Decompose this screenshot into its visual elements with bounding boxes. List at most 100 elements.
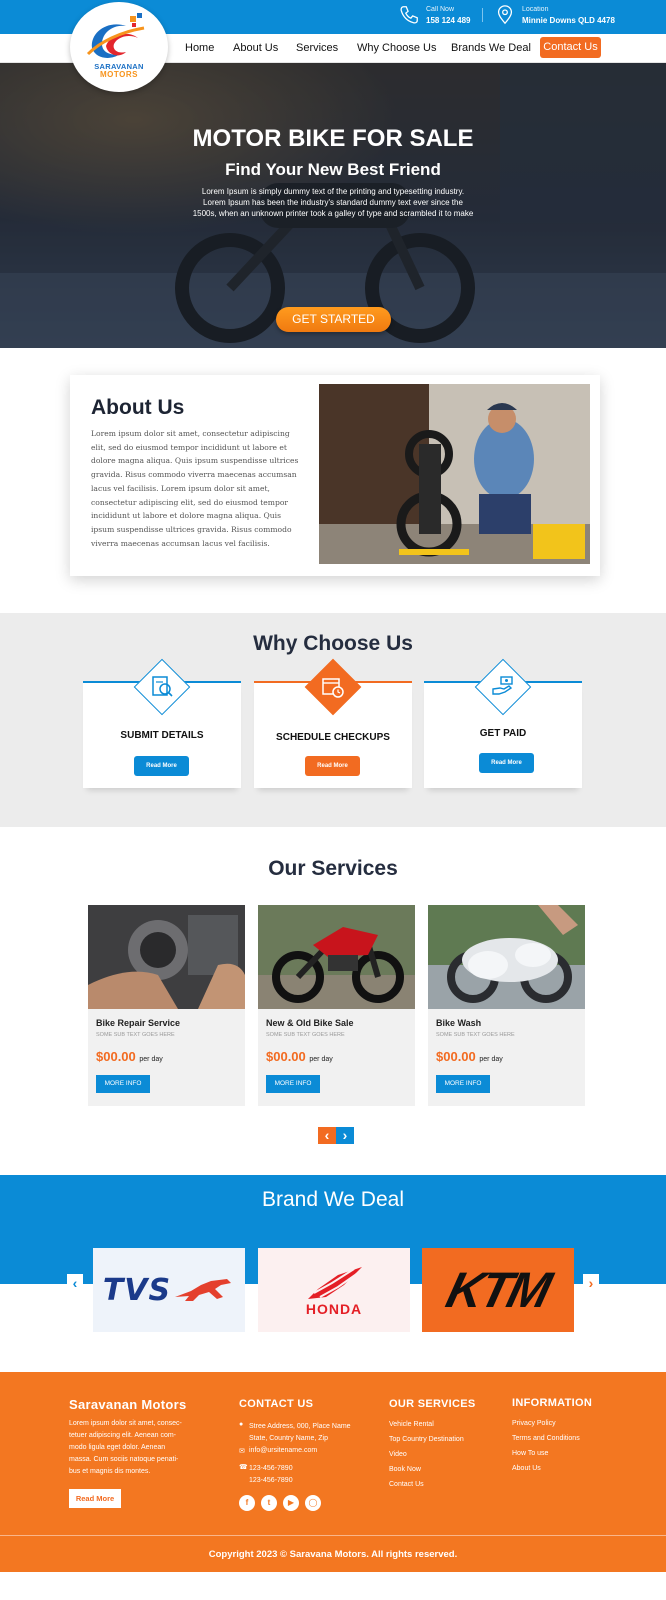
tvs-horse-icon [175, 1279, 232, 1301]
why-title: Why Choose Us [253, 632, 413, 655]
price-unit: per day [309, 1056, 333, 1063]
footer-about-line: modo ligula eget dolor. Aenean [69, 1444, 166, 1451]
hero-subtitle: Find Your New Best Friend [225, 160, 441, 179]
service-name: New & Old Bike Sale [266, 1018, 354, 1028]
nav-about-us[interactable]: About Us [233, 42, 278, 54]
why-card-get-paid: GET PAID Read More [424, 658, 582, 788]
brand-logo-ktm[interactable]: KTM [422, 1248, 574, 1332]
brand-logo-honda[interactable]: HONDA [258, 1248, 410, 1332]
nav-services[interactable]: Services [296, 42, 338, 54]
nav-brands-we-deal[interactable]: Brands We Deal [451, 42, 531, 54]
footer-services-title: OUR SERVICES [389, 1398, 476, 1410]
why-choose-us-section: Why Choose Us SUBMIT DETAILS Read More S… [0, 613, 666, 827]
about-mechanic-image [319, 384, 590, 564]
youtube-icon[interactable]: ▶ [283, 1495, 299, 1511]
footer-about-text: Lorem ipsum dolor sit amet, consec- tetu… [69, 1418, 191, 1478]
footer-contact-title: CONTACT US [239, 1398, 314, 1410]
footer-link[interactable]: About Us [512, 1465, 541, 1472]
map-pin-icon: ● [239, 1421, 244, 1428]
footer-about-line: tetuer adipiscing elit. Aenean com- [69, 1432, 177, 1439]
call-now[interactable]: Call Now 158 124 489 [398, 4, 471, 26]
hero-text-line1: Lorem Ipsum is simply dummy text of the … [201, 187, 465, 196]
why-read-more-button[interactable]: Read More [134, 756, 189, 776]
hero-banner: MOTOR BIKE FOR SALE Find Your New Best F… [0, 63, 666, 348]
nav-home[interactable]: Home [185, 42, 214, 54]
phone-icon [400, 6, 418, 24]
footer-link[interactable]: Vehicle Rental [389, 1421, 434, 1428]
get-started-button[interactable]: GET STARTED [276, 307, 391, 332]
footer-link[interactable]: Book Now [389, 1466, 421, 1473]
services-title: Our Services [268, 857, 398, 880]
nav-contact-button[interactable]: Contact Us [540, 37, 601, 58]
honda-wing-icon [308, 1267, 362, 1299]
footer-company-name: Saravanan Motors [69, 1397, 187, 1412]
service-image-wash [428, 905, 585, 1009]
calendar-clock-icon [322, 678, 344, 698]
more-info-button[interactable]: MORE INFO [266, 1075, 320, 1093]
footer-read-more-button[interactable]: Read More [69, 1489, 121, 1508]
about-title: About Us [91, 396, 185, 419]
footer-link[interactable]: Video [389, 1451, 407, 1458]
money-hand-icon [492, 676, 513, 695]
call-label: Call Now [426, 5, 455, 13]
mail-icon: ✉ [239, 1448, 245, 1455]
brand-name-honda: HONDA [305, 1301, 363, 1317]
brand-name-ktm: KTM [441, 1262, 555, 1318]
service-name: Bike Repair Service [96, 1018, 181, 1028]
why-read-more-button[interactable]: Read More [479, 753, 534, 773]
copyright: Copyright 2023 © Saravana Motors. All ri… [0, 1535, 666, 1572]
about-section: About Us Lorem ipsum dolor sit amet, con… [70, 375, 600, 576]
phone-icon: ☎ [239, 1464, 248, 1471]
why-card-submit-details: SUBMIT DETAILS Read More [83, 658, 241, 788]
footer-phones: 123-456-7890 123-456-7890 [249, 1463, 293, 1487]
instagram-icon[interactable]: ◯ [305, 1495, 321, 1511]
price-unit: per day [139, 1056, 163, 1063]
service-sub: SOME SUB TEXT GOES HERE [96, 1032, 175, 1038]
facebook-icon[interactable]: f [239, 1495, 255, 1511]
footer-email[interactable]: info@ursitename.com [249, 1447, 317, 1454]
why-read-more-button[interactable]: Read More [305, 756, 360, 776]
brand-logo-tvs[interactable]: TVS [93, 1248, 245, 1332]
footer-link[interactable]: How To use [512, 1450, 548, 1457]
footer-info-title: INFORMATION [512, 1397, 593, 1409]
footer-link[interactable]: Terms and Conditions [512, 1435, 580, 1442]
brand-name-tvs: TVS [102, 1272, 172, 1308]
service-sub: SOME SUB TEXT GOES HERE [266, 1032, 345, 1038]
logo-text-line2: MOTORS [100, 70, 138, 79]
footer-about-line: bus et magnis dis montes. [69, 1468, 151, 1475]
more-info-button[interactable]: MORE INFO [96, 1075, 150, 1093]
twitter-icon[interactable]: t [261, 1495, 277, 1511]
services-next-button[interactable]: › [336, 1127, 354, 1144]
service-card-bike-wash: Bike Wash SOME SUB TEXT GOES HERE $00.00… [428, 905, 585, 1106]
service-price: $00.00 per day [436, 1049, 503, 1064]
hero-text-line3: 1500s, when an unknown printer took a ga… [192, 209, 474, 218]
footer-link[interactable]: Top Country Destination [389, 1436, 464, 1443]
footer-link[interactable]: Privacy Policy [512, 1420, 556, 1427]
more-info-button[interactable]: MORE INFO [436, 1075, 490, 1093]
footer-address: Stree Address, 000, Place Name State, Co… [249, 1421, 351, 1445]
footer-about-line: Lorem ipsum dolor sit amet, consec- [69, 1420, 182, 1427]
footer-address-line2: State, Country Name, Zip [249, 1435, 328, 1442]
footer-about-line: massa. Cum sociis natoque penati- [69, 1456, 179, 1463]
brands-title: Brand We Deal [261, 1188, 405, 1211]
why-label-submit-details: SUBMIT DETAILS [120, 730, 204, 741]
footer-phone[interactable]: 123-456-7890 [249, 1463, 293, 1475]
brands-next-button[interactable]: › [583, 1274, 599, 1292]
about-text: Lorem ipsum dolor sit amet, consectetur … [91, 429, 299, 548]
service-name: Bike Wash [436, 1018, 482, 1028]
nav-why-choose-us[interactable]: Why Choose Us [357, 42, 436, 54]
services-prev-button[interactable]: ‹ [318, 1127, 336, 1144]
topbar-divider [482, 8, 483, 22]
logo[interactable]: SARAVANAN MOTORS [70, 2, 168, 92]
location-pin-icon [497, 5, 513, 25]
price-value: $00.00 [96, 1049, 136, 1064]
footer-link[interactable]: Contact Us [389, 1481, 424, 1488]
service-sub: SOME SUB TEXT GOES HERE [436, 1032, 515, 1038]
footer-address-line1: Stree Address, 000, Place Name [249, 1423, 351, 1430]
brands-prev-button[interactable]: ‹ [67, 1274, 83, 1292]
hero-text-line2: Lorem Ipsum has been the industry's stan… [203, 198, 463, 207]
service-card-bike-sale: New & Old Bike Sale SOME SUB TEXT GOES H… [258, 905, 415, 1106]
location-value: Minnie Downs QLD 4478 [522, 15, 615, 25]
service-card-bike-repair: Bike Repair Service SOME SUB TEXT GOES H… [88, 905, 245, 1106]
footer-phone[interactable]: 123-456-7890 [249, 1475, 293, 1487]
